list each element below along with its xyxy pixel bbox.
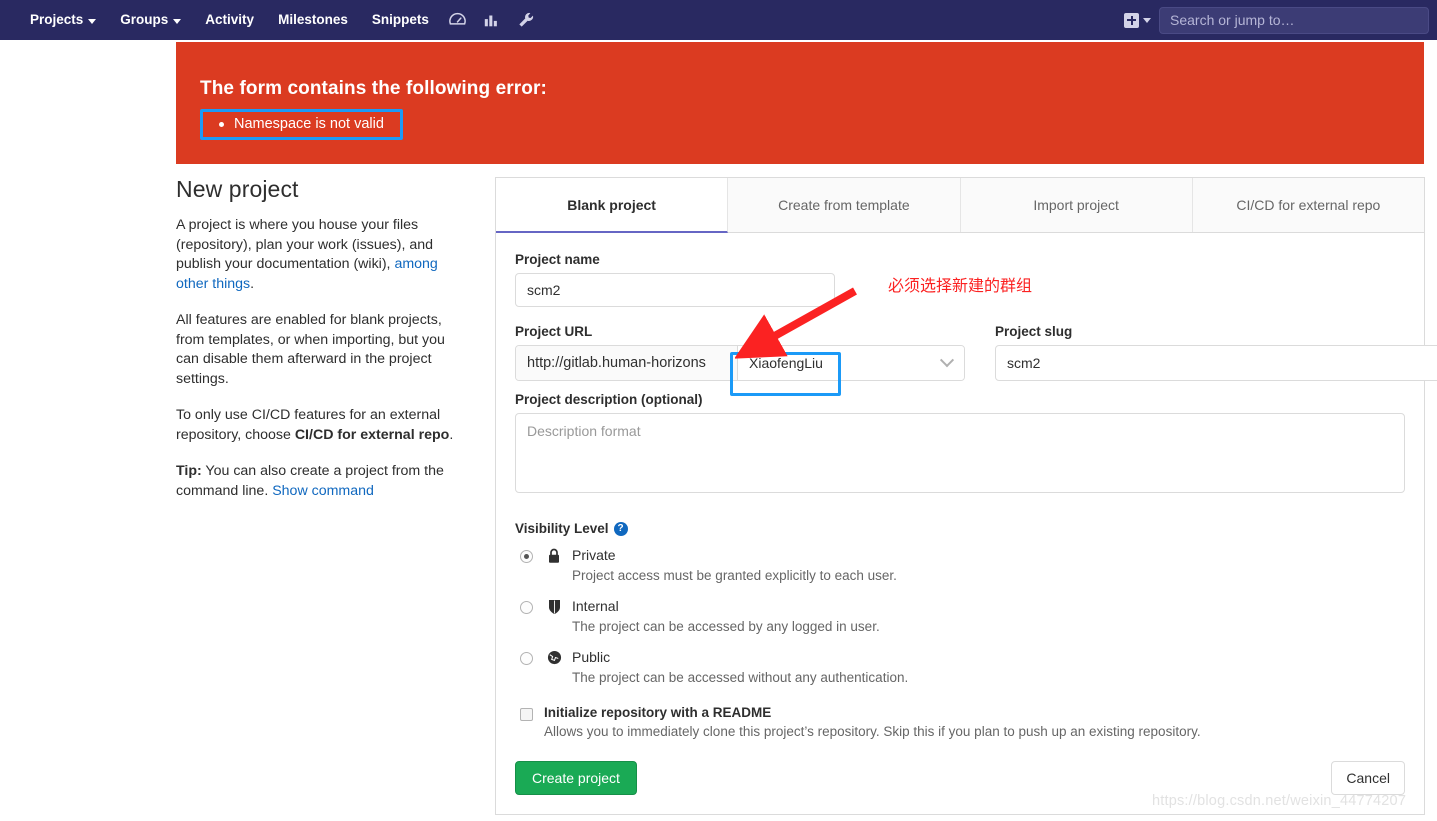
tab-cicd-external-repo-label: CI/CD for external repo [1236,197,1381,213]
project-slug-group: Project slug [995,324,1437,381]
project-slug-label: Project slug [995,324,1073,339]
navbar-left-group: Projects Groups Activity Milestones Snip… [0,0,543,40]
show-command-link[interactable]: Show command [272,483,374,499]
visibility-option-internal-desc: The project can be accessed by any logge… [572,619,880,634]
chevron-down-icon [173,18,182,24]
visibility-option-public[interactable]: Public The project can be accessed witho… [515,649,1405,687]
readme-text-group: Initialize repository with a README Allo… [544,705,1201,739]
error-list-item: Namespace is not valid [211,116,384,132]
project-description-group: Project description (optional) [515,392,1405,498]
readme-label: Initialize repository with a README [544,705,772,720]
project-url-prefix: http://gitlab.human-horizons [516,346,738,380]
project-url-group: Project URL http://gitlab.human-horizons… [515,324,965,381]
project-description-textarea[interactable] [515,413,1405,493]
info-paragraph-1-post: . [250,275,255,292]
bullet-icon [219,121,224,127]
project-type-tabs: Blank project Create from template Impor… [496,178,1424,233]
chevron-down-icon [88,18,97,24]
visibility-level-title: Visibility Level ? [515,521,1405,536]
create-project-button[interactable]: Create project [515,761,637,795]
tab-blank-project[interactable]: Blank project [496,178,729,233]
radio-private[interactable] [520,550,533,563]
radio-public[interactable] [520,652,533,665]
tab-import-project[interactable]: Import project [960,178,1193,232]
nav-item-activity[interactable]: Activity [193,0,266,40]
visibility-option-private[interactable]: Private Project access must be granted e… [515,547,1405,585]
visibility-option-public-text: Public The project can be accessed witho… [572,649,908,687]
watermark-text: https://blog.csdn.net/weixin_44774207 [1152,793,1407,809]
lock-icon [546,547,562,585]
nav-item-activity-label: Activity [205,12,255,27]
info-paragraph-2: All features are enabled for blank proje… [176,312,445,387]
new-project-info-panel: New project A project is where you house… [176,176,461,518]
new-item-button[interactable] [1118,0,1157,40]
tab-blank-project-label: Blank project [567,196,656,213]
error-banner-title: The form contains the following error: [200,78,547,99]
info-paragraph-1: A project is where you house your files … [176,216,461,294]
visibility-option-internal-text: Internal The project can be accessed by … [572,598,880,636]
namespace-select[interactable]: XiaofengLiu [738,346,964,380]
annotation-text: 必须选择新建的群组 [888,276,1033,295]
nav-item-snippets-label: Snippets [371,12,429,27]
readme-group[interactable]: Initialize repository with a README Allo… [515,705,1405,739]
nav-item-projects[interactable]: Projects [18,0,108,40]
top-navbar: Projects Groups Activity Milestones Snip… [0,0,1437,40]
chevron-down-icon [1143,17,1151,23]
analytics-icon[interactable] [475,0,509,40]
nav-item-milestones-label: Milestones [278,12,348,27]
info-paragraph-3: To only use CI/CD features for an extern… [176,406,461,445]
namespace-select-value: XiaofengLiu [749,355,823,371]
page-title: New project [176,176,299,202]
search-input[interactable] [1159,6,1429,34]
project-url-label: Project URL [515,324,593,339]
help-icon[interactable] [441,0,475,40]
info-paragraph-3-post: . [449,426,454,443]
plus-icon [1124,12,1139,28]
visibility-level-group: Visibility Level ? Private Project acces… [515,521,1405,687]
nav-item-snippets[interactable]: Snippets [360,0,441,40]
error-banner: The form contains the following error: N… [176,42,1424,164]
project-name-input[interactable] [515,273,835,307]
visibility-option-private-desc: Project access must be granted explicitl… [572,568,897,583]
url-slug-row: Project URL http://gitlab.human-horizons… [515,324,1437,381]
tip-label: Tip: [176,463,202,479]
wrench-icon[interactable] [509,0,543,40]
project-name-label: Project name [515,252,600,267]
chevron-down-icon [939,353,955,368]
error-list-item-label: Namespace is not valid [234,116,384,132]
visibility-option-public-desc: The project can be accessed without any … [572,670,909,685]
nav-item-groups-label: Groups [120,12,169,27]
visibility-option-private-text: Private Project access must be granted e… [572,547,897,585]
readme-checkbox[interactable] [520,708,533,721]
readme-description: Allows you to immediately clone this pro… [544,724,1201,739]
project-description-label: Project description (optional) [515,392,703,407]
project-slug-input[interactable] [995,345,1437,381]
visibility-option-internal-name: Internal [572,598,619,614]
shield-icon [546,598,562,636]
cancel-button[interactable]: Cancel [1331,761,1405,795]
tab-create-from-template[interactable]: Create from template [728,178,961,232]
help-circle-icon[interactable]: ? [613,521,628,536]
info-paragraph-4: Tip: You can also create a project from … [176,462,461,501]
tab-import-project-label: Import project [1033,197,1119,213]
visibility-option-internal[interactable]: Internal The project can be accessed by … [515,598,1405,636]
visibility-level-label: Visibility Level [515,521,609,536]
radio-internal[interactable] [520,601,533,614]
visibility-option-private-name: Private [572,547,616,563]
visibility-option-public-name: Public [572,649,611,665]
tab-cicd-external-repo[interactable]: CI/CD for external repo [1192,178,1424,232]
nav-item-groups[interactable]: Groups [108,0,193,40]
nav-item-projects-label: Projects [30,12,84,27]
project-url-input-group: http://gitlab.human-horizons XiaofengLiu [515,345,965,381]
form-body: Project name Project URL http://gitlab.h… [496,233,1437,814]
tab-create-from-template-label: Create from template [778,197,910,213]
globe-icon [546,649,562,687]
nav-item-milestones[interactable]: Milestones [266,0,360,40]
info-paragraph-3-bold: CI/CD for external repo [294,426,450,443]
error-list-highlight: Namespace is not valid [200,109,403,140]
navbar-right-group [1118,0,1437,40]
